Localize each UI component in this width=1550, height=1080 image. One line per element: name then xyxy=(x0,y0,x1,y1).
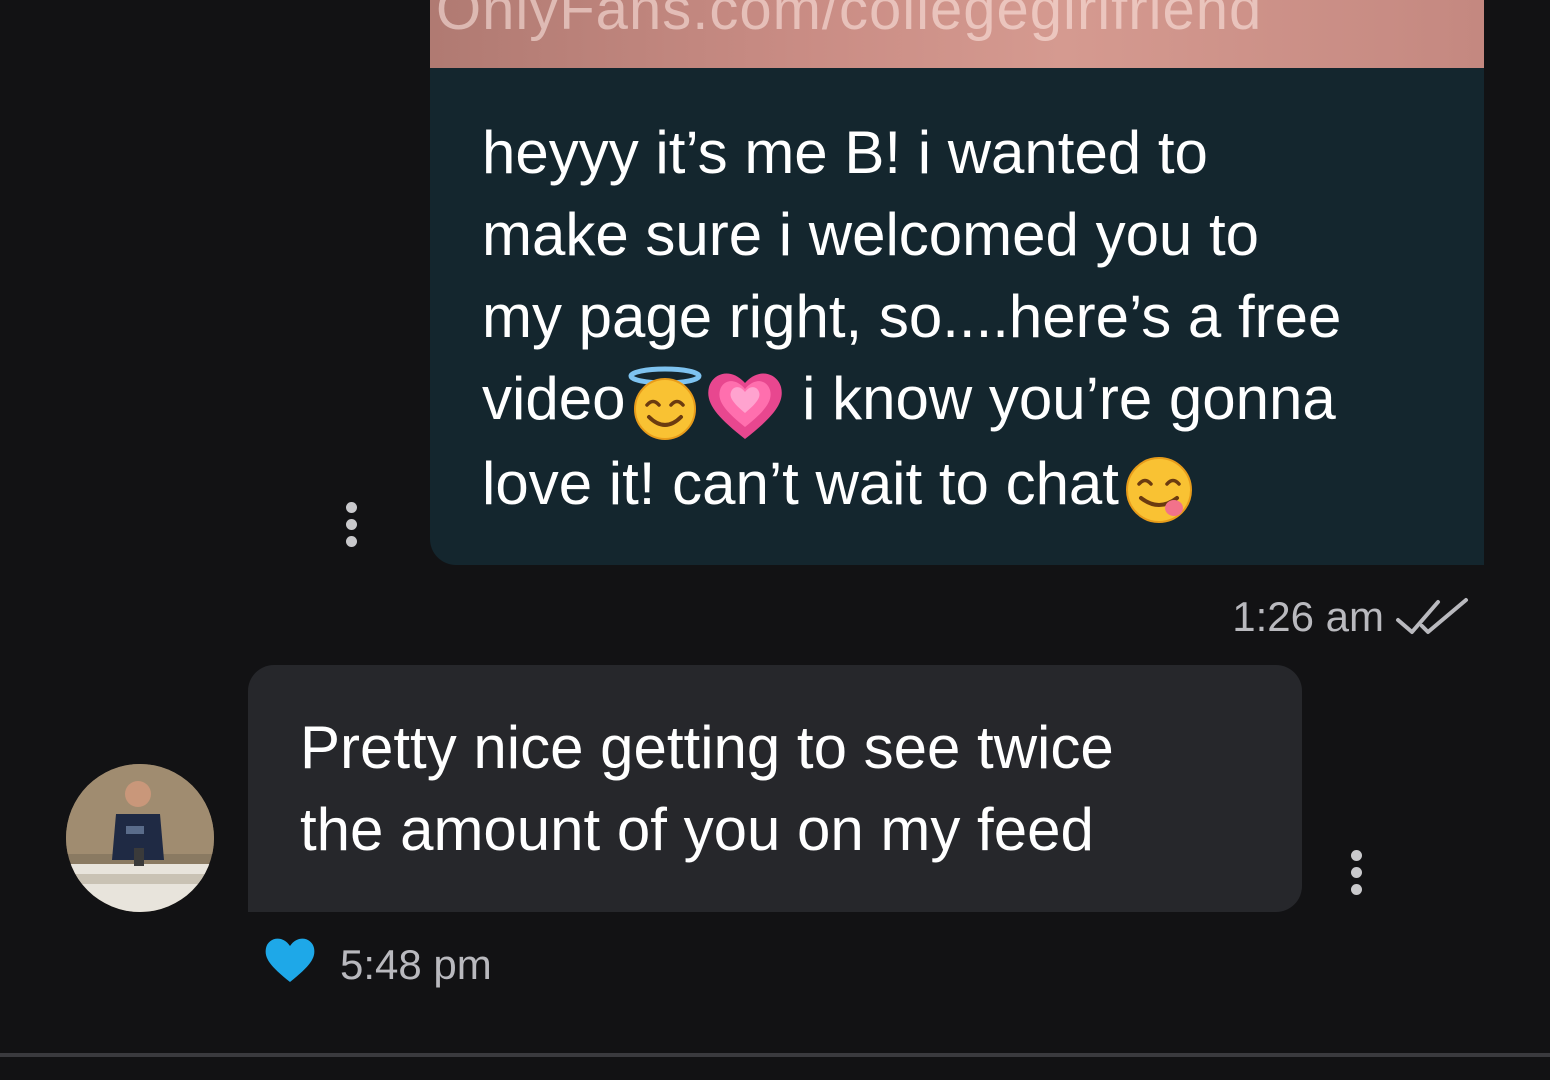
growing-heart-emoji xyxy=(708,373,783,439)
incoming-message-bubble[interactable]: Pretty nice getting to see twice the amo… xyxy=(248,665,1302,912)
heart-icon[interactable] xyxy=(262,934,318,984)
avatar-photo xyxy=(66,764,214,912)
message-options-button[interactable] xyxy=(1346,850,1366,895)
incoming-message-text: Pretty nice getting to see twice the amo… xyxy=(300,707,1260,871)
outgoing-message-bubble[interactable]: OnlyFans.com/collegegirlfriend heyyy it’… xyxy=(430,0,1484,565)
more-dot-icon xyxy=(1350,884,1362,895)
message-options-button[interactable] xyxy=(341,502,361,547)
outgoing-message-time: 1:26 am xyxy=(1232,593,1384,640)
more-dot-icon xyxy=(345,519,357,530)
more-dot-icon xyxy=(1350,867,1362,878)
face-savoring-food-emoji xyxy=(1125,457,1192,523)
more-dot-icon xyxy=(345,536,357,547)
double-check-read-icon xyxy=(1396,598,1468,634)
more-dot-icon xyxy=(1350,850,1362,861)
message-line: make sure i welcomed you to xyxy=(482,201,1260,268)
chat-screen: OnlyFans.com/collegegirlfriend heyyy it’… xyxy=(0,0,1550,1080)
message-line: the amount of you on my feed xyxy=(300,796,1094,863)
more-dot-icon xyxy=(345,502,357,513)
message-line: video xyxy=(482,365,626,432)
incoming-message-time: 5:48 pm xyxy=(340,941,492,988)
message-line: love it! can’t wait to chat xyxy=(482,450,1119,517)
media-preview-image[interactable]: OnlyFans.com/collegegirlfriend xyxy=(430,0,1484,68)
divider xyxy=(0,1053,1550,1057)
message-line: i know you’re gonna xyxy=(785,365,1336,432)
message-line: Pretty nice getting to see twice xyxy=(300,714,1114,781)
message-line: heyyy it’s me B! i wanted to xyxy=(482,119,1208,186)
message-line: my page right, so....here’s a free xyxy=(482,283,1342,350)
smiling-face-with-halo-emoji xyxy=(628,366,702,440)
media-watermark: OnlyFans.com/collegegirlfriend xyxy=(436,0,1263,42)
outgoing-message-text: heyyy it’s me B! i wanted to make sure i… xyxy=(482,112,1442,528)
user-avatar[interactable] xyxy=(66,764,214,912)
